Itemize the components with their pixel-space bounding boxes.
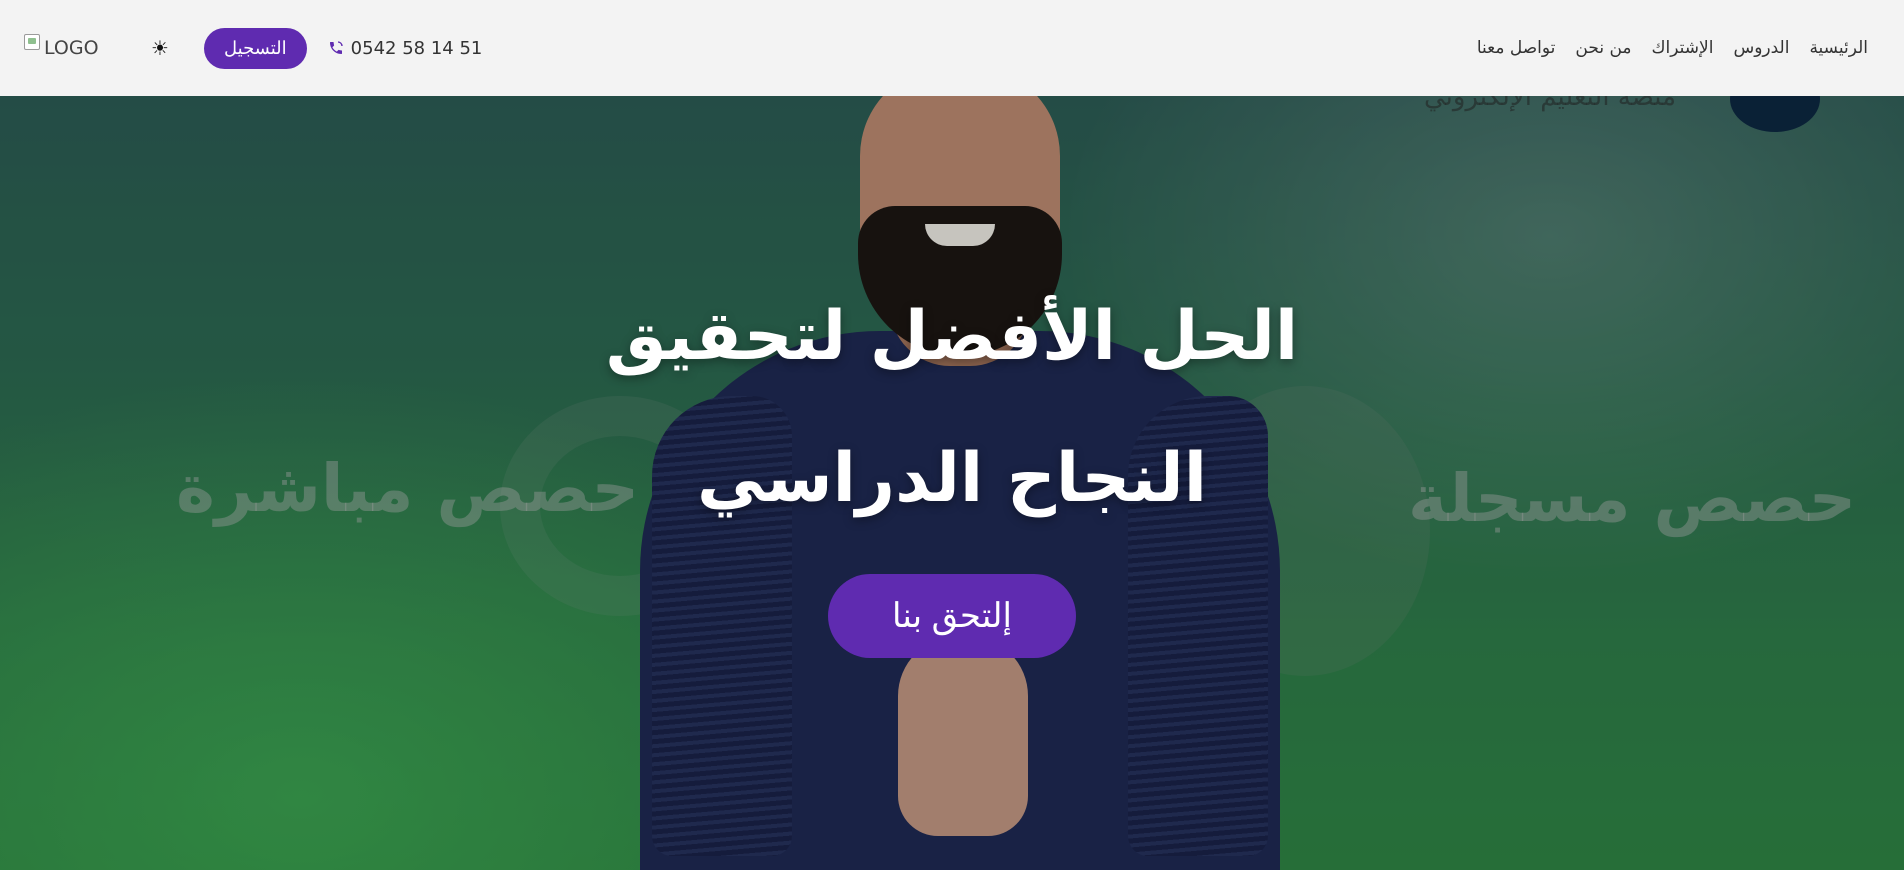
- logo[interactable]: LOGO: [24, 34, 142, 59]
- logo-alt-text: LOGO: [44, 37, 99, 59]
- header-actions: LOGO ☀ التسجيل 0542 58 14 51: [24, 27, 483, 69]
- hero-section: منصة التعليم الإلكتروني حصص مباشرة حصص م…: [0, 96, 1904, 870]
- site-header: LOGO ☀ التسجيل 0542 58 14 51 الرئيسية ال…: [0, 0, 1904, 96]
- nav-item-contact[interactable]: تواصل معنا: [1477, 38, 1556, 58]
- nav-item-home[interactable]: الرئيسية: [1809, 38, 1868, 58]
- nav-item-lessons[interactable]: الدروس: [1733, 38, 1789, 58]
- phone-icon: [327, 39, 345, 57]
- hero-title: الحل الأفضل لتحقيق النجاح الدراسي: [605, 297, 1299, 518]
- nav-item-about[interactable]: من نحن: [1575, 38, 1631, 58]
- sun-icon: ☀: [151, 36, 169, 60]
- phone-contact[interactable]: 0542 58 14 51: [327, 37, 483, 59]
- broken-image-icon: [24, 34, 40, 50]
- nav-item-subscription[interactable]: الإشتراك: [1652, 38, 1714, 58]
- main-nav: الرئيسية الدروس الإشتراك من نحن تواصل مع…: [1477, 38, 1868, 58]
- register-button[interactable]: التسجيل: [204, 27, 307, 69]
- phone-number: 0542 58 14 51: [350, 37, 483, 59]
- hero-content: الحل الأفضل لتحقيق النجاح الدراسي إلتحق …: [0, 96, 1904, 870]
- join-us-button[interactable]: إلتحق بنا: [828, 574, 1076, 658]
- theme-toggle[interactable]: ☀: [142, 30, 178, 66]
